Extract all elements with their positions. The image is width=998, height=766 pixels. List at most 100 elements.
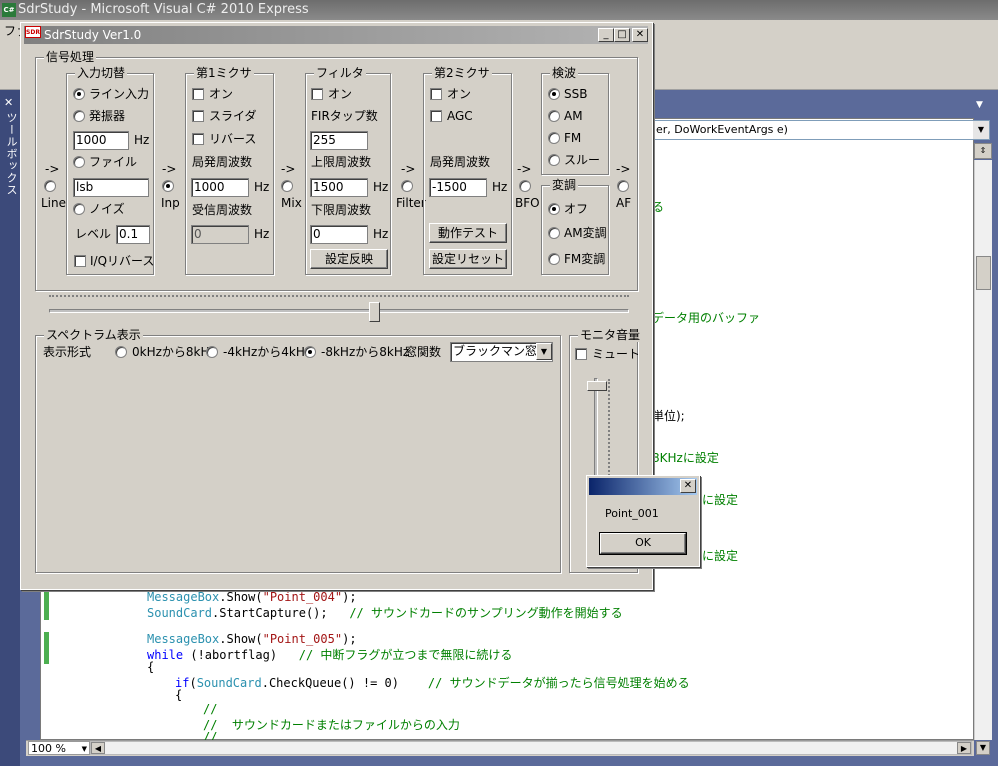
frequency-slider-thumb[interactable] [368, 302, 380, 322]
file-label: ファイル [89, 155, 138, 169]
display-format-label: 表示形式 [43, 345, 92, 359]
tab-dropdown-icon[interactable]: ▼ [976, 100, 983, 110]
minimize-button[interactable]: _ [598, 28, 614, 42]
zoom-level-dropdown[interactable]: 100 % ▼ [28, 741, 90, 755]
spectrum-display [37, 367, 559, 571]
code-peek-line: に設定 [702, 549, 739, 563]
iq-reverse-checkbox[interactable] [74, 255, 86, 267]
through-radio[interactable] [548, 154, 560, 166]
mixer2-lo-input[interactable]: -1500 [429, 178, 487, 197]
fir-taps-input[interactable]: 255 [310, 131, 368, 150]
oscillator-label: 発振器 [89, 109, 126, 123]
noise-level-input[interactable]: 0.1 [116, 225, 150, 244]
code-line: if(SoundCard.CheckQueue() != 0) // サウンドデ… [175, 676, 690, 690]
volume-slider-thumb[interactable] [587, 381, 607, 392]
filter-on-checkbox[interactable] [311, 88, 323, 100]
vs-title-text: SdrStudy - Microsoft Visual C# 2010 Expr… [18, 2, 309, 17]
ssb-label: SSB [564, 87, 588, 101]
code-line: MessageBox.Show("Point_004"); [147, 590, 357, 604]
member-dropdown[interactable]: er, DoWorkEventArgs e) ▼ [652, 120, 990, 140]
line-input-radio[interactable] [73, 88, 85, 100]
ok-button[interactable]: OK [599, 532, 687, 555]
sdrstudy-window: SdrStudy Ver1.0 _ □ ✕ SDR 信号処理 -> Line -… [20, 22, 653, 590]
tap-af-radio[interactable] [617, 180, 629, 192]
mod-off-label: オフ [564, 202, 589, 216]
lower-freq-input[interactable]: 0 [310, 225, 368, 244]
agc-label: AGC [447, 109, 473, 123]
window-function-value: ブラックマン窓 [453, 344, 538, 358]
fm-label: FM [564, 131, 582, 145]
fm-radio[interactable] [548, 132, 560, 144]
tap-inp-radio[interactable] [162, 180, 174, 192]
zoom-value: 100 % [31, 742, 66, 755]
scroll-down-icon[interactable]: ▼ [976, 741, 990, 755]
close-button[interactable]: ✕ [632, 28, 648, 42]
tap-mix-radio[interactable] [281, 180, 293, 192]
oscillator-radio[interactable] [73, 110, 85, 122]
group-title: 第1ミクサ [194, 66, 254, 80]
range-8-8-radio[interactable] [304, 346, 316, 358]
maximize-button[interactable]: □ [614, 28, 630, 42]
code-peek-line: 単位); [652, 409, 685, 423]
tap-line-radio[interactable] [44, 180, 56, 192]
arrow-label: -> [162, 162, 177, 176]
fm-mod-label: FM変調 [564, 252, 606, 266]
tap-filter-label: Filter [396, 196, 426, 210]
mixer1-lo-input[interactable]: 1000 [191, 178, 249, 197]
tap-bfo-radio[interactable] [519, 180, 531, 192]
scroll-right-icon[interactable]: ▶ [957, 742, 971, 754]
window-function-label: 窓関数 [405, 345, 442, 359]
apply-settings-button[interactable]: 設定反映 [310, 249, 388, 269]
mod-off-radio[interactable] [548, 203, 560, 215]
settings-reset-button[interactable]: 設定リセット [429, 249, 507, 269]
mixer1-slider-checkbox[interactable] [192, 110, 204, 122]
window-function-select[interactable]: ブラックマン窓 ▼ [450, 342, 553, 362]
hz-label: Hz [254, 227, 270, 241]
change-marker [44, 632, 49, 664]
hz-label: Hz [492, 180, 508, 194]
operation-test-button[interactable]: 動作テスト [429, 223, 507, 243]
frequency-slider-track[interactable] [49, 309, 629, 313]
am-radio[interactable] [548, 110, 560, 122]
fm-mod-radio[interactable] [548, 253, 560, 265]
change-marker [44, 590, 49, 620]
oscillator-freq-input[interactable]: 1000 [73, 131, 129, 150]
am-mod-radio[interactable] [548, 227, 560, 239]
range-4-4-radio[interactable] [206, 346, 218, 358]
mixer1-reverse-label: リバース [209, 132, 257, 146]
ssb-radio[interactable] [548, 88, 560, 100]
range-0-8-radio[interactable] [115, 346, 127, 358]
mute-label: ミュート [592, 347, 641, 361]
range-4-4-label: -4kHzから4kHz [223, 345, 312, 359]
mute-checkbox[interactable] [575, 348, 587, 360]
file-radio[interactable] [73, 156, 85, 168]
agc-checkbox[interactable] [430, 110, 442, 122]
scroll-left-icon[interactable]: ◀ [91, 742, 105, 754]
code-peek-line: データ用のバッファ [652, 311, 761, 325]
mixer1-rx-readonly: 0 [191, 225, 249, 244]
through-label: スルー [564, 153, 601, 167]
sdr-title-bar[interactable]: SdrStudy Ver1.0 _ □ ✕ [24, 26, 648, 44]
mixer1-reverse-checkbox[interactable] [192, 133, 204, 145]
code-line: { [147, 660, 155, 674]
vertical-scrollbar[interactable] [974, 160, 992, 740]
splitter-icon[interactable]: ⇕ [974, 143, 992, 159]
mixer2-group: 第2ミクサ [423, 66, 512, 275]
close-button[interactable]: ✕ [680, 479, 696, 493]
code-line: { [175, 688, 183, 702]
arrow-label: -> [517, 162, 532, 176]
noise-radio[interactable] [73, 203, 85, 215]
file-name-input[interactable]: lsb [73, 178, 149, 197]
message-box-title-bar[interactable]: ✕ [589, 478, 697, 495]
scrollbar-thumb[interactable] [976, 256, 991, 290]
tap-filter-radio[interactable] [401, 180, 413, 192]
code-peek-line: 8KHzに設定 [652, 451, 719, 465]
tap-af-label: AF [616, 196, 632, 210]
mixer2-on-checkbox[interactable] [430, 88, 442, 100]
mixer1-on-checkbox[interactable] [192, 88, 204, 100]
horizontal-scrollbar[interactable]: ◀ ▶ [90, 741, 972, 755]
upper-freq-input[interactable]: 1500 [310, 178, 368, 197]
toolbox-strip[interactable]: ✕ ツールボックス [0, 90, 20, 766]
tap-line-label: Line [41, 196, 67, 210]
am-mod-label: AM変調 [564, 226, 607, 240]
